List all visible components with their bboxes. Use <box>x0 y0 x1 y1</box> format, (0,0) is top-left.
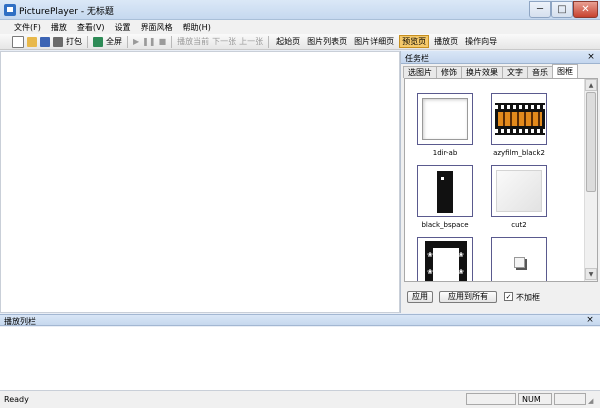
paw-print-thumb-icon: ❀ ❀ ❀ ❀ <box>417 237 473 281</box>
minimize-button[interactable]: ─ <box>529 1 551 18</box>
window-title: PicturePlayer - 无标题 <box>19 7 114 17</box>
cube-frame-thumb-icon <box>491 237 547 281</box>
tab-frame[interactable]: 图框 <box>552 64 578 78</box>
playlist-header: 播放列栏 × <box>0 314 600 326</box>
preview-canvas[interactable] <box>0 51 400 313</box>
toolbar-separator <box>87 35 88 48</box>
task-pane-footer: 应用 应用到所有 ✓ 不加框 <box>401 287 600 307</box>
page-wizard[interactable]: 操作向导 <box>463 35 499 48</box>
maximize-button[interactable]: □ <box>551 1 573 18</box>
page-play[interactable]: 播放页 <box>432 35 460 48</box>
prev-button[interactable]: 上一张 <box>239 36 263 47</box>
dir-frame-thumb-icon <box>417 93 473 145</box>
fullscreen-icon[interactable] <box>93 36 103 47</box>
play-current-button[interactable]: 播放当前 <box>177 36 209 47</box>
status-pane-empty <box>466 393 516 405</box>
scroll-up-icon[interactable]: ▲ <box>585 79 597 91</box>
filmstrip-thumb-icon <box>491 93 547 145</box>
apply-button[interactable]: 应用 <box>407 291 433 303</box>
play-icon[interactable]: ▶ <box>133 37 139 46</box>
title-bar: PicturePlayer - 无标题 ─ □ ✕ <box>0 0 600 20</box>
page-preview[interactable]: 预览页 <box>399 35 430 48</box>
pack-button[interactable]: 打包 <box>66 36 82 47</box>
page-list[interactable]: 图片列表页 <box>305 35 349 48</box>
no-frame-label: 不加框 <box>516 293 540 302</box>
task-tabs: 选图片 修饰 换片效果 文字 音乐 图框 <box>403 64 599 78</box>
menu-bar: 文件(F) 播放 查看(V) 设置 界面风格 帮助(H) <box>0 20 600 34</box>
menu-help[interactable]: 帮助(H) <box>183 22 211 33</box>
scroll-down-icon[interactable]: ▼ <box>585 268 597 280</box>
playlist-title: 播放列栏 <box>4 317 36 326</box>
print-icon[interactable] <box>53 36 63 47</box>
tab-decorate[interactable]: 修饰 <box>436 66 462 78</box>
stop-icon[interactable]: ■ <box>159 37 167 46</box>
frame-item-label: azyfilm_black2 <box>493 149 545 157</box>
toolbar-separator <box>268 35 270 48</box>
status-bar: Ready NUM ◢ <box>0 391 600 408</box>
menu-view[interactable]: 查看(V) <box>77 22 105 33</box>
status-pane-empty <box>554 393 586 405</box>
menu-file[interactable]: 文件(F) <box>14 22 41 33</box>
pause-icon[interactable]: ❚❚ <box>142 37 155 46</box>
task-pane-close-icon[interactable]: × <box>586 52 596 62</box>
menu-play[interactable]: 播放 <box>51 22 67 33</box>
playlist-area[interactable] <box>0 327 600 391</box>
gallery-scrollbar[interactable]: ▲ ▼ <box>584 79 597 281</box>
resize-grip-icon[interactable]: ◢ <box>588 397 593 405</box>
toolbar-separator <box>171 35 173 48</box>
close-button[interactable]: ✕ <box>573 1 598 18</box>
menu-settings[interactable]: 设置 <box>115 22 131 33</box>
status-num: NUM <box>518 393 552 405</box>
black-frame-thumb-icon <box>417 165 473 217</box>
next-button[interactable]: 下一张 <box>212 36 236 47</box>
new-file-icon[interactable] <box>12 35 24 48</box>
toolbar-separator <box>127 35 128 48</box>
task-pane: 任务栏 × 选图片 修饰 换片效果 文字 音乐 图框 1dir-ab azyfi… <box>400 51 600 313</box>
toolbar: 打包 全屏 ▶ ❚❚ ■ 播放当前 下一张 上一张 起始页 图片列表页 图片详细… <box>0 34 600 50</box>
task-pane-header: 任务栏 × <box>401 51 600 64</box>
app-icon <box>4 4 16 16</box>
frame-item-label: black_bspace <box>421 221 469 229</box>
tab-text[interactable]: 文字 <box>502 66 528 78</box>
tab-music[interactable]: 音乐 <box>527 66 553 78</box>
playlist-close-icon[interactable]: × <box>585 315 595 325</box>
status-text: Ready <box>4 395 29 404</box>
apply-all-button[interactable]: 应用到所有 <box>439 291 497 303</box>
fullscreen-button[interactable]: 全屏 <box>106 36 122 47</box>
frame-gallery: 1dir-ab azyfilm_black2 black_bspace cut2… <box>404 78 598 282</box>
tab-select-picture[interactable]: 选图片 <box>403 66 437 78</box>
open-folder-icon[interactable] <box>27 36 37 47</box>
tab-transition[interactable]: 换片效果 <box>461 66 503 78</box>
page-detail[interactable]: 图片详细页 <box>352 35 396 48</box>
cut-frame-thumb-icon <box>491 165 547 217</box>
scroll-thumb[interactable] <box>586 92 596 192</box>
menu-ui-style[interactable]: 界面风格 <box>141 22 173 33</box>
page-start[interactable]: 起始页 <box>274 35 302 48</box>
task-pane-title: 任务栏 <box>405 54 429 63</box>
save-icon[interactable] <box>40 36 50 47</box>
no-frame-checkbox[interactable]: ✓ <box>504 292 513 301</box>
frame-item-label: cut2 <box>511 221 527 229</box>
frame-item-label: 1dir-ab <box>432 149 458 157</box>
